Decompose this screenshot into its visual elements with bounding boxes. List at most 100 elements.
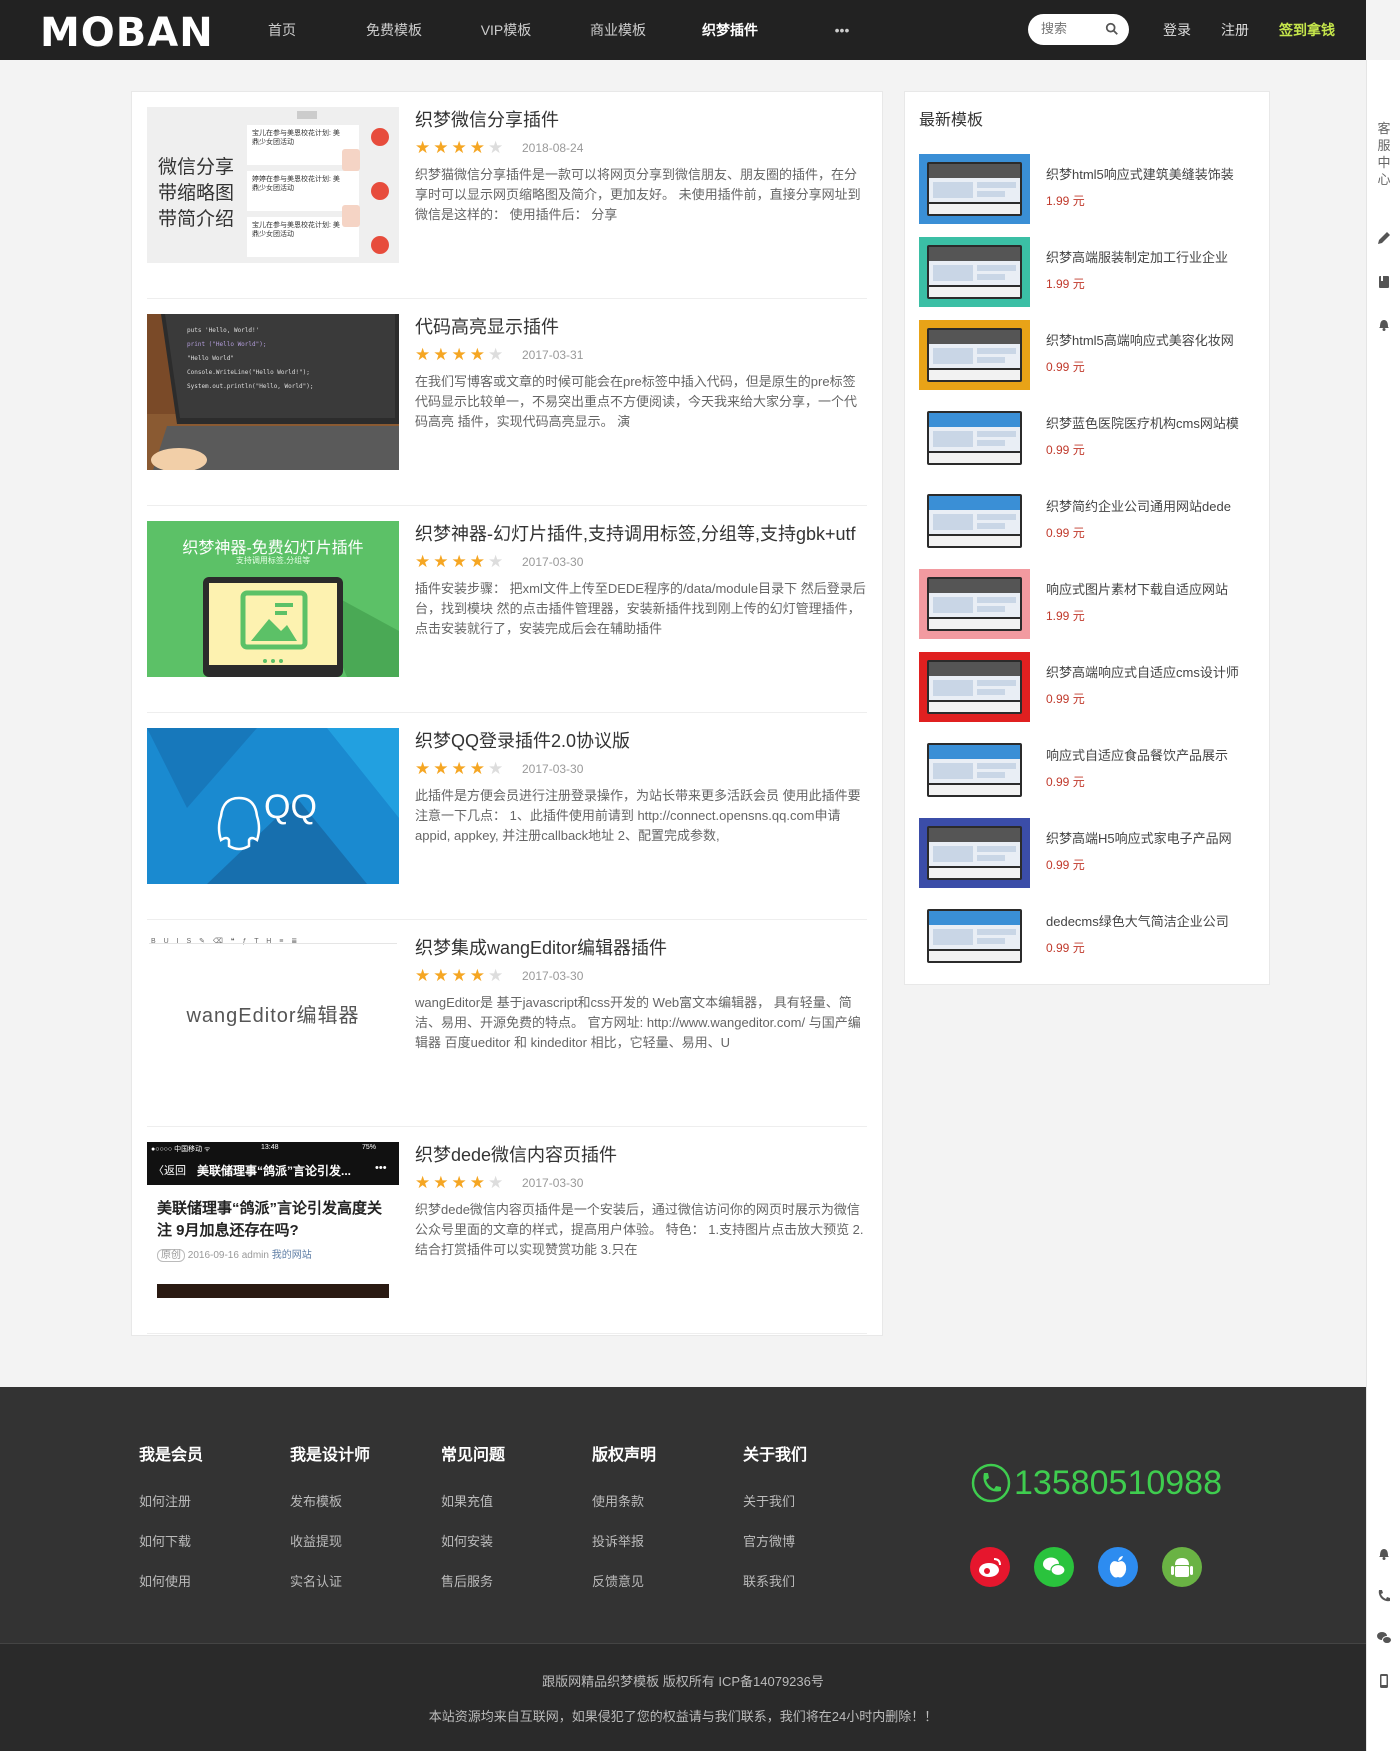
- list-item[interactable]: ●○○○○ 中国移动 ᯤ 13:48 75% 〈返回 美联储理事“鸽派”言论引发…: [147, 1127, 867, 1334]
- thumbnail[interactable]: puts 'Hello, World!' print ("Hello World…: [147, 314, 399, 470]
- sidebar-template-item[interactable]: 织梦蓝色医院医疗机构cms网站模 0.99 元: [919, 403, 1259, 473]
- sidebar-template-item[interactable]: 织梦html5高端响应式美容化妆网 0.99 元: [919, 320, 1259, 390]
- footer-link[interactable]: 售后服务: [441, 1571, 561, 1591]
- nav-item-more[interactable]: •••: [786, 0, 898, 60]
- footer-link[interactable]: 收益提现: [290, 1531, 410, 1551]
- thumbnail[interactable]: QQ: [147, 728, 399, 884]
- template-thumbnail[interactable]: [919, 154, 1030, 224]
- template-thumbnail[interactable]: [919, 403, 1030, 473]
- signin-link[interactable]: 签到拿钱: [1279, 0, 1335, 60]
- template-name[interactable]: 织梦高端响应式自适应cms设计师: [1046, 662, 1259, 681]
- nav-item-business[interactable]: 商业模板: [562, 0, 674, 60]
- item-title[interactable]: 织梦微信分享插件: [415, 106, 559, 132]
- template-thumbnail[interactable]: [919, 320, 1030, 390]
- template-thumbnail[interactable]: [919, 818, 1030, 888]
- bell-icon[interactable]: [1376, 316, 1392, 332]
- list-item[interactable]: 织梦神器-免费幻灯片插件 支持调用标签,分组等 织梦神器-幻灯片插件,支持调用标…: [147, 506, 867, 713]
- item-title[interactable]: 织梦神器-幻灯片插件,支持调用标签,分组等,支持gbk+utf: [415, 520, 856, 546]
- login-link[interactable]: 登录: [1163, 0, 1191, 60]
- item-title[interactable]: 织梦QQ登录插件2.0协议版: [415, 727, 630, 753]
- thumbnail[interactable]: ●○○○○ 中国移动 ᯤ 13:48 75% 〈返回 美联储理事“鸽派”言论引发…: [147, 1142, 399, 1298]
- hotline[interactable]: 13580510988: [970, 1462, 1222, 1504]
- footer-link[interactable]: 官方微博: [743, 1531, 863, 1551]
- footer-link[interactable]: 如何使用: [139, 1571, 259, 1591]
- thumbnail[interactable]: 织梦神器-免费幻灯片插件 支持调用标签,分组等: [147, 521, 399, 677]
- footer-link[interactable]: 如何下载: [139, 1531, 259, 1551]
- list-item[interactable]: B U I S ✎ ⌫ ❝ ƒ T H ≡ ≣ wangEditor编辑器 织梦…: [147, 920, 867, 1127]
- template-thumbnail[interactable]: [919, 901, 1030, 971]
- apple-icon[interactable]: [1098, 1547, 1138, 1587]
- template-name[interactable]: dedecms绿色大气简洁企业公司: [1046, 911, 1259, 930]
- list-item[interactable]: puts 'Hello, World!' print ("Hello World…: [147, 299, 867, 506]
- status-carrier: ●○○○○ 中国移动 ᯤ: [151, 1146, 211, 1153]
- item-description: 在我们写博客或文章的时候可能会在pre标签中插入代码，但是原生的pre标签代码显…: [415, 374, 858, 429]
- footer-link[interactable]: 关于我们: [743, 1491, 863, 1511]
- template-thumbnail[interactable]: [919, 652, 1030, 722]
- item-title[interactable]: 织梦dede微信内容页插件: [415, 1141, 617, 1167]
- android-icon[interactable]: [1162, 1547, 1202, 1587]
- footer-link[interactable]: 使用条款: [592, 1491, 712, 1511]
- footer-link[interactable]: 如何安装: [441, 1531, 561, 1551]
- phone-icon[interactable]: [1376, 1588, 1392, 1604]
- item-title[interactable]: 织梦集成wangEditor编辑器插件: [415, 934, 667, 960]
- footer-column-title: 我是会员: [139, 1447, 204, 1464]
- footer-link[interactable]: 如何注册: [139, 1491, 259, 1511]
- copyright-text: 跟版网精品织梦模板 版权所有 ICP备14079236号: [542, 1674, 824, 1689]
- thumbnail-subheading: 支持调用标签,分组等: [235, 556, 311, 565]
- template-name[interactable]: 织梦简约企业公司通用网站dede: [1046, 496, 1259, 515]
- sidebar-title: 最新模板: [919, 112, 984, 129]
- nav-item-vip[interactable]: VIP模板: [450, 0, 562, 60]
- footer-link[interactable]: 如果充值: [441, 1491, 561, 1511]
- template-name[interactable]: 织梦html5高端响应式美容化妆网: [1046, 330, 1259, 349]
- footer-link[interactable]: 实名认证: [290, 1571, 410, 1591]
- list-item[interactable]: QQ 织梦QQ登录插件2.0协议版 ★★★★★ 2017-03-30 此插件是方…: [147, 713, 867, 920]
- template-thumbnail[interactable]: [919, 569, 1030, 639]
- template-thumbnail[interactable]: [919, 486, 1030, 556]
- wechat-icon[interactable]: [1376, 1630, 1392, 1646]
- plugin-list: 微信分享 带缩略图 带简介绍 宝儿在参与美恩校花计划: 美鼎少女团活动 婷婷在参…: [131, 91, 883, 1336]
- item-title[interactable]: 代码高亮显示插件: [415, 313, 559, 339]
- template-name[interactable]: 织梦高端服装制定加工行业企业: [1046, 247, 1259, 266]
- nav-item-plugins[interactable]: 织梦插件: [674, 0, 786, 60]
- nav-item-free[interactable]: 免费模板: [338, 0, 450, 60]
- sidebar-template-item[interactable]: 响应式自适应食品餐饮产品展示 0.99 元: [919, 735, 1259, 805]
- list-item[interactable]: 微信分享 带缩略图 带简介绍 宝儿在参与美恩校花计划: 美鼎少女团活动 婷婷在参…: [147, 92, 867, 299]
- sidebar-template-item[interactable]: 织梦高端服装制定加工行业企业 1.99 元: [919, 237, 1259, 307]
- sidebar-template-item[interactable]: dedecms绿色大气简洁企业公司 0.99 元: [919, 901, 1259, 971]
- footer-link[interactable]: 联系我们: [743, 1571, 863, 1591]
- template-name[interactable]: 织梦html5响应式建筑美缝装饰装: [1046, 164, 1259, 183]
- register-link[interactable]: 注册: [1221, 0, 1249, 60]
- mobile-icon[interactable]: [1376, 1673, 1392, 1689]
- sidebar-template-item[interactable]: 织梦高端响应式自适应cms设计师 0.99 元: [919, 652, 1259, 722]
- footer-link[interactable]: 发布模板: [290, 1491, 410, 1511]
- search-input[interactable]: [1041, 21, 1101, 36]
- item-date: 2018-08-24: [522, 141, 584, 155]
- footer-link[interactable]: 反馈意见: [592, 1571, 712, 1591]
- sidebar-template-item[interactable]: 织梦简约企业公司通用网站dede 0.99 元: [919, 486, 1259, 556]
- thumbnail[interactable]: 微信分享 带缩略图 带简介绍 宝儿在参与美恩校花计划: 美鼎少女团活动 婷婷在参…: [147, 107, 399, 263]
- toolbar-divider: [149, 943, 397, 944]
- item-date: 2017-03-30: [522, 762, 584, 776]
- footer-link[interactable]: 投诉举报: [592, 1531, 712, 1551]
- weibo-icon[interactable]: [970, 1547, 1010, 1587]
- template-price: 0.99 元: [1046, 941, 1085, 955]
- sidebar-template-item[interactable]: 织梦html5响应式建筑美缝装饰装 1.99 元: [919, 154, 1259, 224]
- wechat-icon[interactable]: [1034, 1547, 1074, 1587]
- template-thumbnail[interactable]: [919, 237, 1030, 307]
- template-name[interactable]: 响应式自适应食品餐饮产品展示: [1046, 745, 1259, 764]
- search-icon[interactable]: [1105, 22, 1119, 36]
- template-name[interactable]: 织梦高端H5响应式家电子产品网: [1046, 828, 1259, 847]
- back-button: 〈返回: [153, 1165, 186, 1177]
- sidebar-template-item[interactable]: 响应式图片素材下载自适应网站 1.99 元: [919, 569, 1259, 639]
- bell-icon-alt[interactable]: [1376, 1545, 1392, 1561]
- sidebar-template-item[interactable]: 织梦高端H5响应式家电子产品网 0.99 元: [919, 818, 1259, 888]
- book-icon[interactable]: [1376, 274, 1392, 290]
- template-name[interactable]: 织梦蓝色医院医疗机构cms网站模: [1046, 413, 1259, 432]
- template-name[interactable]: 响应式图片素材下载自适应网站: [1046, 579, 1259, 598]
- pencil-icon[interactable]: [1376, 230, 1392, 246]
- nav-item-home[interactable]: 首页: [226, 0, 338, 60]
- customer-service-label[interactable]: 客服中心: [1376, 120, 1392, 188]
- site-logo[interactable]: MOBAN: [40, 10, 214, 56]
- thumbnail[interactable]: B U I S ✎ ⌫ ❝ ƒ T H ≡ ≣ wangEditor编辑器: [147, 935, 399, 1091]
- template-thumbnail[interactable]: [919, 735, 1030, 805]
